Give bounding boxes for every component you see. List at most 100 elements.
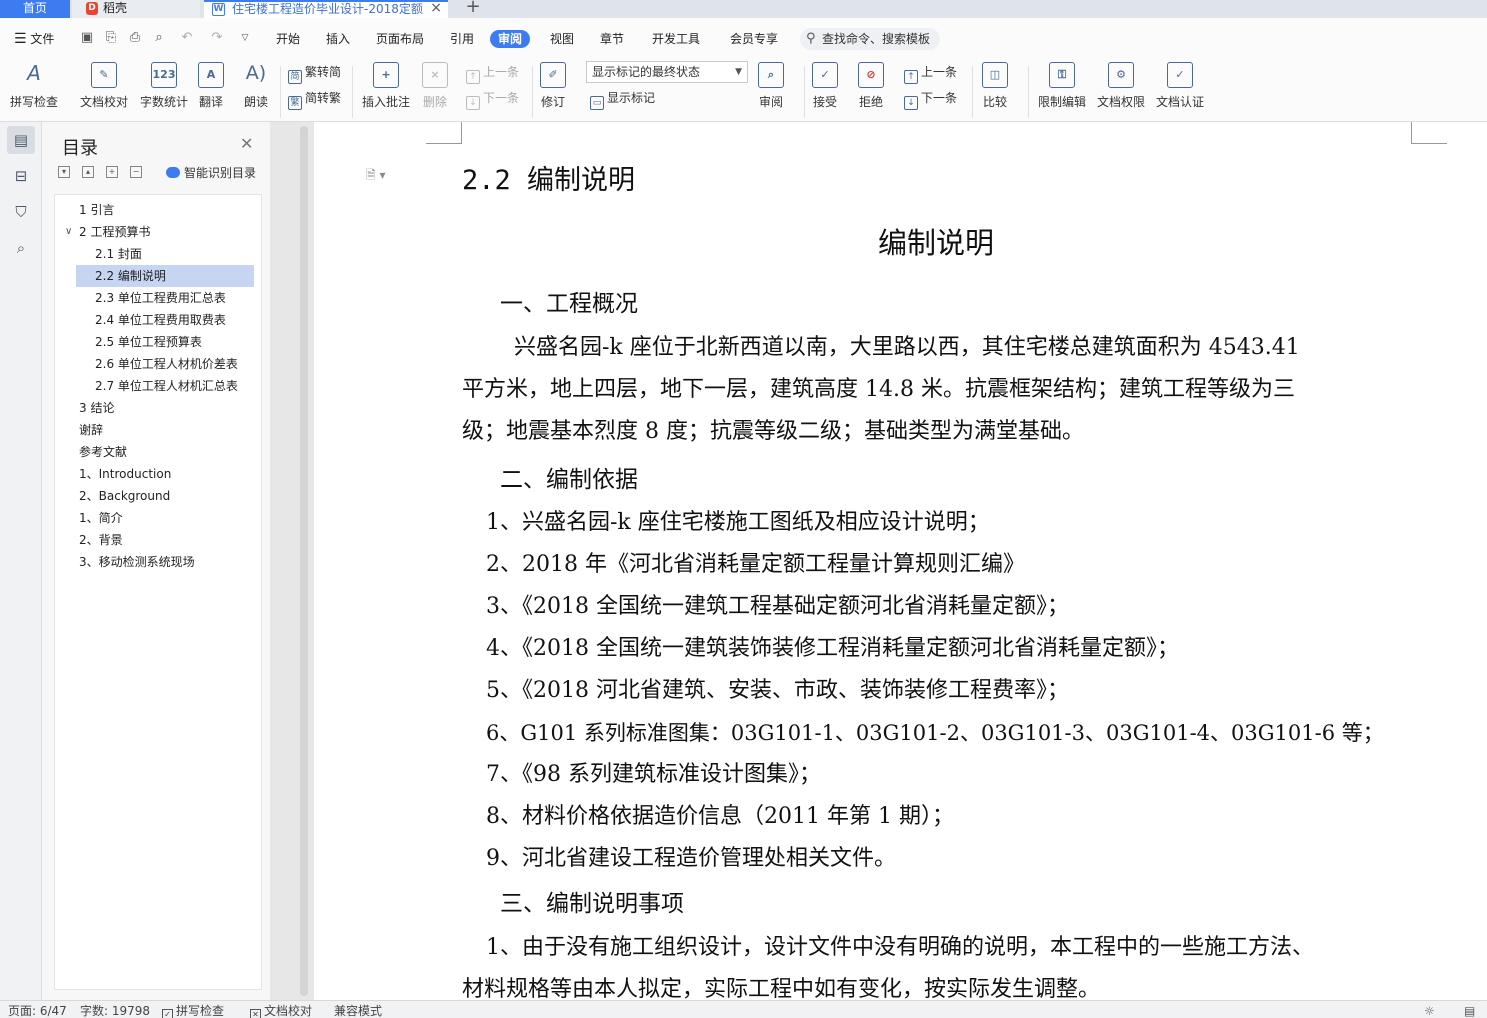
doc-proof-toggle[interactable]: ✕ 文档校对	[250, 1004, 312, 1018]
toc-item[interactable]: 1、简介	[55, 507, 255, 529]
bookmark-icon[interactable]: ⛉	[7, 198, 35, 226]
menu-insert[interactable]: 插入	[326, 30, 350, 48]
next-comment-label: 下一条	[483, 91, 520, 105]
toc-item[interactable]: 2.1 封面	[55, 243, 255, 265]
menu-view[interactable]: 视图	[550, 30, 574, 48]
file-menu[interactable]: ☰ 文件	[14, 30, 54, 48]
accept-button[interactable]: ✓ 接受	[812, 62, 838, 109]
menu-reference[interactable]: 引用	[450, 30, 474, 48]
delete-comment-button[interactable]: × 删除	[422, 62, 448, 109]
reject-icon: ⊘	[858, 62, 884, 88]
toc-item[interactable]: 2.4 单位工程费用取费表	[55, 309, 255, 331]
menu-start[interactable]: 开始	[276, 30, 300, 48]
close-tab-icon[interactable]: ×	[430, 2, 442, 15]
toc-item[interactable]: 2.5 单位工程预算表	[55, 331, 255, 353]
toc-item[interactable]: 2.6 单位工程人材机价差表	[55, 353, 255, 375]
menu-developer[interactable]: 开发工具	[652, 30, 700, 48]
toc-item[interactable]: 1 引言	[55, 199, 255, 221]
tab-document[interactable]: W 住宅楼工程造价毕业设计-2018定额 ×	[204, 0, 448, 18]
print-preview-icon[interactable]: ⌕	[152, 31, 166, 45]
command-search[interactable]: ⚲ 查找命令、搜索模板	[800, 28, 940, 50]
collapse-all-icon[interactable]: ▾	[58, 166, 70, 178]
toc-item[interactable]: 3、移动检测系统现场	[55, 551, 255, 573]
toc-item[interactable]: 2、Background	[55, 485, 255, 507]
reject-button[interactable]: ⊘ 拒绝	[858, 62, 884, 109]
add-heading-icon[interactable]: +	[106, 166, 118, 178]
next-comment-button[interactable]: ↓ 下一条	[466, 90, 519, 110]
file-menu-label: 文件	[30, 32, 55, 46]
layout-view-icon[interactable]: ▤	[1464, 1004, 1475, 1018]
next-change-button[interactable]: ↓ 下一条	[904, 90, 957, 110]
section-title-1: 一、工程概况	[500, 291, 638, 317]
menu-chapter[interactable]: 章节	[600, 30, 624, 48]
next-comment-icon: ↓	[466, 96, 480, 110]
toc-item[interactable]: 3 结论	[55, 397, 255, 419]
prev-comment-button[interactable]: ↑ 上一条	[466, 64, 519, 84]
redo-icon[interactable]: ↷	[210, 31, 224, 45]
toc-item[interactable]: 2、背景	[55, 529, 255, 551]
paragraph-line: 1、由于没有施工组织设计，设计文件中没有明确的说明，本工程中的一些施工方法、	[486, 935, 1314, 960]
insert-comment-button[interactable]: + 插入批注	[362, 62, 410, 109]
toc-item[interactable]: 参考文献	[55, 441, 255, 463]
show-markup-button[interactable]: ▭ 显示标记	[590, 90, 655, 110]
doc-cert-button[interactable]: ✓ 文档认证	[1156, 62, 1204, 109]
toc-item[interactable]: 1、Introduction	[55, 463, 255, 485]
restrict-edit-button[interactable]: ⚿ 限制编辑	[1038, 62, 1086, 109]
prev-comment-label: 上一条	[483, 65, 520, 79]
print-icon[interactable]: ⎙	[128, 31, 142, 45]
trad-to-simp-button[interactable]: 简繁转简	[288, 64, 341, 84]
page-corner-mark	[1411, 122, 1447, 144]
word-count-indicator[interactable]: 字数: 19798	[80, 1004, 150, 1018]
chevron-down-icon: ▼	[735, 67, 742, 77]
review-pane-button[interactable]: ⌕ 审阅	[758, 62, 784, 109]
toc-panel-icon[interactable]: ▤	[7, 126, 35, 154]
spell-check-status-label: 拼写检查	[176, 1004, 225, 1018]
chapter-nav-icon[interactable]: ⊟	[7, 162, 35, 190]
document-page[interactable]: 🗎 ▾ 2.2 编制说明 编制说明 一、工程概况 兴盛名园-k 座位于北新西道以…	[314, 122, 1487, 1000]
spell-check-toggle[interactable]: ✓ 拼写检查	[162, 1004, 224, 1018]
remove-heading-icon[interactable]: −	[130, 166, 142, 178]
toc-item[interactable]: 2.7 单位工程人材机汇总表	[55, 375, 255, 397]
export-icon[interactable]: ⎘	[104, 31, 118, 45]
separator	[1028, 66, 1029, 118]
smart-toc-button[interactable]: 智能识别目录	[166, 164, 256, 181]
separator	[352, 66, 353, 118]
expand-level-icon[interactable]: ▴	[82, 166, 94, 178]
quick-access-dropdown-icon[interactable]: ▽	[238, 31, 252, 45]
simp-to-trad-button[interactable]: 繁简转繁	[288, 90, 341, 110]
prev-change-button[interactable]: ↑ 上一条	[904, 64, 957, 84]
doc-permission-button[interactable]: ⚙ 文档权限	[1097, 62, 1145, 109]
eye-protect-icon[interactable]: ☼	[1424, 1004, 1435, 1018]
doc-cert-label: 文档认证	[1156, 95, 1205, 109]
tab-daoke[interactable]: D 稻壳	[72, 0, 200, 18]
markup-state-select[interactable]: 显示标记的最终状态 ▼	[586, 61, 748, 83]
toc-item[interactable]: 2.3 单位工程费用汇总表	[55, 287, 255, 309]
left-nav-strip: ▤ ⊟ ⛉ ⌕	[0, 122, 42, 1000]
revise-icon: ✐	[540, 62, 566, 88]
toc-item[interactable]: 谢辞	[55, 419, 255, 441]
read-aloud-button[interactable]: A) 朗读	[243, 62, 269, 109]
toc-item[interactable]: 2 工程预算书	[55, 221, 255, 243]
reject-label: 拒绝	[858, 95, 883, 109]
menu-review[interactable]: 审阅	[490, 30, 531, 48]
page-indicator[interactable]: 页面: 6/47	[8, 1004, 67, 1018]
new-tab-button[interactable]: +	[458, 0, 488, 18]
menu-member[interactable]: 会员专享	[730, 30, 778, 48]
spell-check-button[interactable]: A 拼写检查	[10, 61, 58, 110]
compare-button[interactable]: ◫ 比较	[982, 62, 1008, 109]
menu-page-layout[interactable]: 页面布局	[376, 30, 424, 48]
undo-icon[interactable]: ↶	[180, 31, 194, 45]
close-icon[interactable]: ✕	[240, 134, 253, 153]
revise-button[interactable]: ✐ 修订	[540, 62, 566, 109]
tab-home[interactable]: 首页	[0, 0, 70, 18]
word-count-button[interactable]: 123 字数统计	[140, 62, 188, 109]
translate-button[interactable]: A 翻译	[198, 62, 224, 109]
spell-check-icon: A	[27, 61, 41, 85]
toc-item[interactable]: 2.2 编制说明	[76, 265, 254, 287]
save-icon[interactable]: ▣	[80, 31, 94, 45]
toc-scrollbar[interactable]	[300, 126, 308, 996]
paragraph-options-icon[interactable]: 🗎 ▾	[366, 166, 386, 187]
doc-proof-button[interactable]: ✎ 文档校对	[80, 62, 128, 109]
checkbox-icon: ✕	[250, 1009, 261, 1018]
find-icon[interactable]: ⌕	[7, 234, 35, 262]
